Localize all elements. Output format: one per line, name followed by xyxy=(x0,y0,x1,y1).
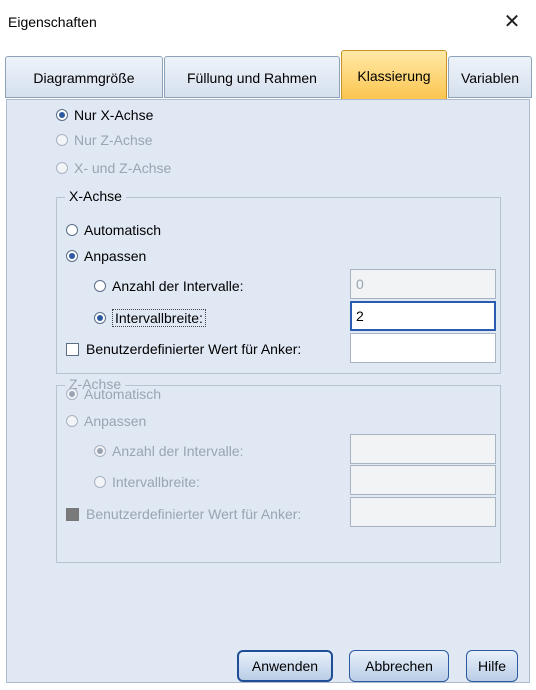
radio-nur-z-achse-label: Nur Z-Achse xyxy=(74,132,153,148)
title-bar: Eigenschaften ✕ xyxy=(0,0,536,44)
radio-x-und-z-achse-label: X- und Z-Achse xyxy=(74,160,172,176)
radio-selected-icon xyxy=(66,250,78,262)
radio-x-und-z-achse[interactable]: X- und Z-Achse xyxy=(56,160,171,176)
radio-selected-icon xyxy=(94,312,106,324)
apply-button[interactable]: Anwenden xyxy=(237,650,333,682)
radio-z-intervallbreite[interactable]: Intervallbreite: xyxy=(94,474,200,490)
radio-x-anpassen-label: Anpassen xyxy=(84,248,147,264)
radio-icon xyxy=(56,134,68,146)
z-anker-checkbox[interactable]: Benutzerdefinierter Wert für Anker: xyxy=(66,506,301,522)
radio-icon xyxy=(66,224,78,236)
radio-icon xyxy=(94,280,106,292)
z-intervallbreite-input[interactable] xyxy=(350,465,496,495)
help-button[interactable]: Hilfe xyxy=(466,650,518,682)
radio-x-anzahl-intervalle-label: Anzahl der Intervalle: xyxy=(112,278,244,294)
radio-x-automatisch[interactable]: Automatisch xyxy=(66,222,161,238)
radio-z-intervallbreite-label: Intervallbreite: xyxy=(112,474,200,490)
tab-diagrammgroesse[interactable]: Diagrammgröße xyxy=(5,56,163,98)
klassierung-panel: Nur X-Achse Nur Z-Achse X- und Z-Achse X… xyxy=(6,99,530,683)
radio-icon xyxy=(56,162,68,174)
radio-selected-icon xyxy=(66,388,78,400)
tab-strip: Diagrammgröße Füllung und Rahmen Klassie… xyxy=(0,44,536,100)
radio-nur-x-achse[interactable]: Nur X-Achse xyxy=(56,107,153,123)
radio-x-intervallbreite[interactable]: Intervallbreite: xyxy=(94,309,206,327)
checkbox-icon xyxy=(66,507,79,521)
cancel-button[interactable]: Abbrechen xyxy=(349,650,449,682)
tab-variablen[interactable]: Variablen xyxy=(448,56,532,98)
radio-x-anzahl-intervalle[interactable]: Anzahl der Intervalle: xyxy=(94,278,244,294)
radio-icon xyxy=(94,476,106,488)
z-anker-label: Benutzerdefinierter Wert für Anker: xyxy=(86,506,302,522)
x-anker-checkbox[interactable]: Benutzerdefinierter Wert für Anker: xyxy=(66,341,301,357)
z-anker-input[interactable] xyxy=(350,497,496,527)
x-achse-legend: X-Achse xyxy=(65,188,126,204)
tab-klassierung[interactable]: Klassierung xyxy=(341,50,447,100)
tab-fuellung-und-rahmen[interactable]: Füllung und Rahmen xyxy=(164,56,340,98)
radio-z-anpassen-label: Anpassen xyxy=(84,413,147,429)
radio-nur-z-achse[interactable]: Nur Z-Achse xyxy=(56,132,153,148)
x-anker-label: Benutzerdefinierter Wert für Anker: xyxy=(86,341,302,357)
radio-x-intervallbreite-label: Intervallbreite: xyxy=(112,309,206,327)
x-anker-input[interactable] xyxy=(350,333,496,363)
x-intervallbreite-input[interactable]: 2 xyxy=(350,301,496,331)
close-icon[interactable]: ✕ xyxy=(498,8,526,36)
radio-x-automatisch-label: Automatisch xyxy=(84,222,162,238)
checkbox-icon xyxy=(66,342,79,356)
window-title: Eigenschaften xyxy=(8,14,97,30)
x-anzahl-intervalle-input[interactable]: 0 xyxy=(350,269,496,299)
radio-z-anzahl-intervalle-label: Anzahl der Intervalle: xyxy=(112,443,244,459)
radio-z-automatisch-row[interactable]: Automatisch xyxy=(66,386,161,402)
radio-z-anzahl-intervalle[interactable]: Anzahl der Intervalle: xyxy=(94,443,244,459)
radio-z-automatisch-label: Automatisch xyxy=(84,386,162,402)
radio-selected-icon xyxy=(56,109,68,121)
radio-z-anpassen[interactable]: Anpassen xyxy=(66,413,146,429)
radio-x-anpassen[interactable]: Anpassen xyxy=(66,248,146,264)
radio-nur-x-achse-label: Nur X-Achse xyxy=(74,107,154,123)
radio-selected-icon xyxy=(94,445,106,457)
z-anzahl-intervalle-input[interactable] xyxy=(350,434,496,464)
radio-icon xyxy=(66,415,78,427)
